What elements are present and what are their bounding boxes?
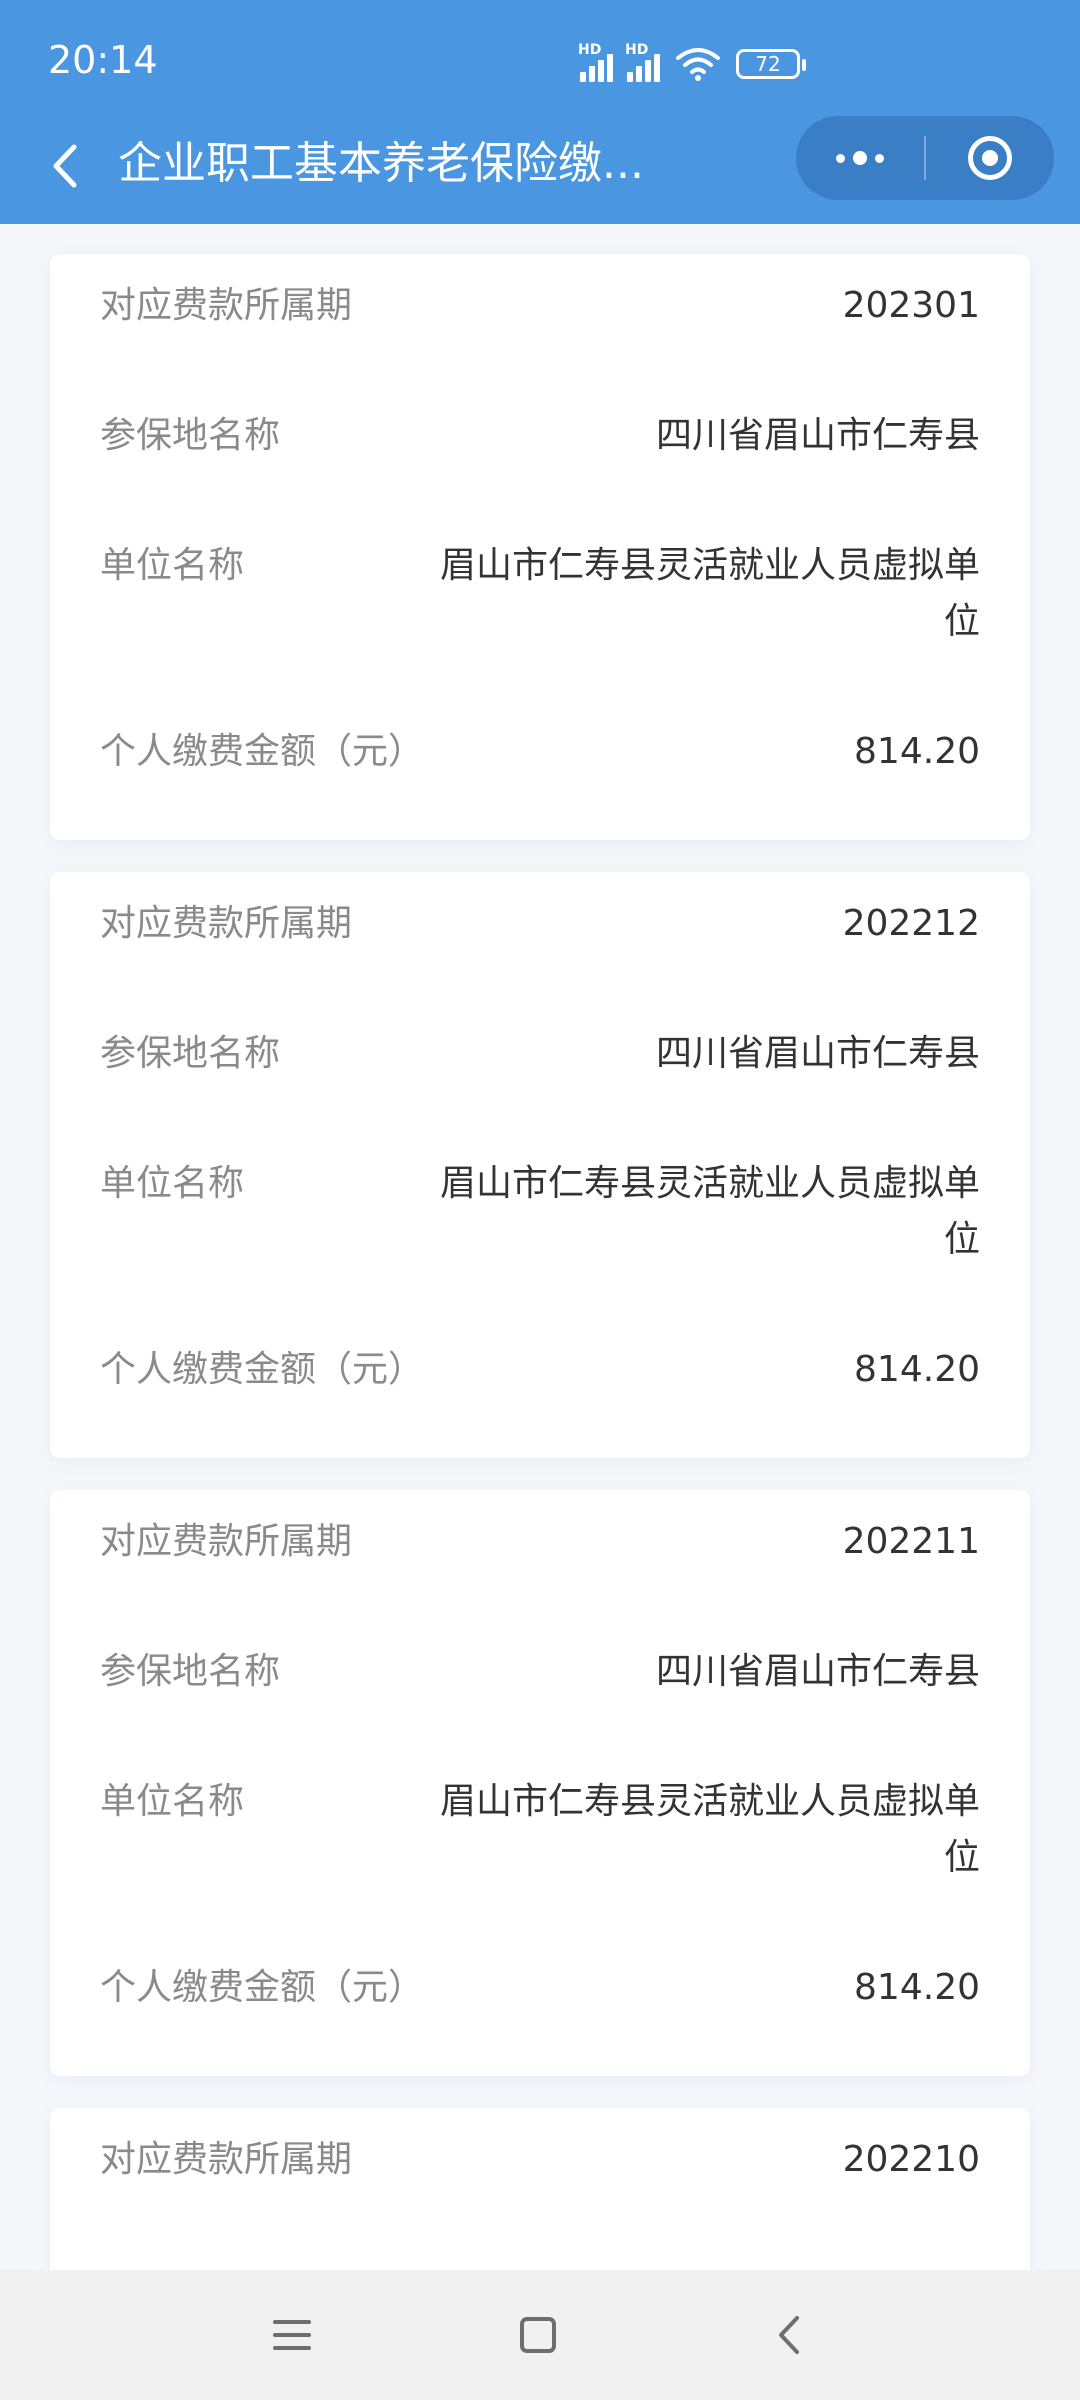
unit-value: 眉山市仁寿县灵活就业人员虚拟单位 bbox=[439, 1163, 980, 1260]
period-label: 对应费款所属期 bbox=[100, 1521, 353, 1562]
record-card: 对应费款所属期 202212 参保地名称 四川省眉山市仁寿县 单位名称 眉山市仁… bbox=[50, 872, 1030, 1458]
home-icon[interactable] bbox=[508, 2310, 568, 2360]
back-icon[interactable] bbox=[36, 136, 96, 196]
system-nav-bar bbox=[0, 2270, 1080, 2400]
place-row: 参保地名称 四川省眉山市仁寿县 bbox=[100, 1026, 980, 1082]
amount-value: 814.20 bbox=[854, 1349, 980, 1390]
place-value: 四川省眉山市仁寿县 bbox=[655, 415, 980, 456]
period-value: 202211 bbox=[842, 1521, 980, 1562]
app-header: 20:14 HD HD 72 企业职工基本养老保险缴... bbox=[0, 0, 1080, 224]
amount-label: 个人缴费金额（元） bbox=[100, 731, 425, 772]
unit-label: 单位名称 bbox=[100, 1163, 245, 1204]
period-row: 对应费款所属期 202211 bbox=[100, 1514, 980, 1570]
unit-value: 眉山市仁寿县灵活就业人员虚拟单位 bbox=[439, 1781, 980, 1878]
period-label: 对应费款所属期 bbox=[100, 2139, 353, 2180]
status-icons: HD HD 72 bbox=[578, 42, 806, 86]
place-value: 四川省眉山市仁寿县 bbox=[655, 1033, 980, 1074]
signal-1-icon: HD bbox=[578, 42, 613, 82]
place-row: 参保地名称 四川省眉山市仁寿县 bbox=[100, 1644, 980, 1700]
record-card: 对应费款所属期 202301 参保地名称 四川省眉山市仁寿县 单位名称 眉山市仁… bbox=[50, 254, 1030, 840]
record-card: 对应费款所属期 202210 bbox=[50, 2108, 1030, 2270]
place-label: 参保地名称 bbox=[100, 1651, 281, 1692]
place-value: 四川省眉山市仁寿县 bbox=[655, 1651, 980, 1692]
amount-label: 个人缴费金额（元） bbox=[100, 1349, 425, 1390]
unit-label: 单位名称 bbox=[100, 545, 245, 586]
period-label: 对应费款所属期 bbox=[100, 285, 353, 326]
page-title: 企业职工基本养老保险缴... bbox=[118, 138, 644, 189]
place-row: 参保地名称 四川省眉山市仁寿县 bbox=[100, 408, 980, 464]
period-value: 202212 bbox=[842, 903, 980, 944]
status-time: 20:14 bbox=[48, 38, 158, 82]
battery-level: 72 bbox=[755, 52, 781, 76]
record-card: 对应费款所属期 202211 参保地名称 四川省眉山市仁寿县 单位名称 眉山市仁… bbox=[50, 1490, 1030, 2076]
period-value: 202301 bbox=[842, 285, 980, 326]
nav-back-icon[interactable] bbox=[760, 2310, 820, 2360]
amount-row: 个人缴费金额（元） 814.20 bbox=[100, 1342, 980, 1398]
amount-value: 814.20 bbox=[854, 1967, 980, 2008]
wifi-icon bbox=[674, 46, 722, 82]
period-row: 对应费款所属期 202301 bbox=[100, 278, 980, 334]
more-icon[interactable] bbox=[796, 116, 924, 200]
period-row: 对应费款所属期 202212 bbox=[100, 896, 980, 952]
period-value: 202210 bbox=[842, 2139, 980, 2180]
records-list[interactable]: 对应费款所属期 202301 参保地名称 四川省眉山市仁寿县 单位名称 眉山市仁… bbox=[0, 224, 1080, 2270]
amount-value: 814.20 bbox=[854, 731, 980, 772]
menu-icon[interactable] bbox=[262, 2310, 322, 2360]
place-label: 参保地名称 bbox=[100, 1033, 281, 1074]
amount-label: 个人缴费金额（元） bbox=[100, 1967, 425, 2008]
battery-icon: 72 bbox=[736, 49, 806, 79]
period-label: 对应费款所属期 bbox=[100, 903, 353, 944]
unit-row: 单位名称 眉山市仁寿县灵活就业人员虚拟单位 bbox=[100, 538, 980, 650]
unit-row: 单位名称 眉山市仁寿县灵活就业人员虚拟单位 bbox=[100, 1156, 980, 1268]
place-label: 参保地名称 bbox=[100, 415, 281, 456]
mini-program-capsule bbox=[796, 116, 1054, 200]
unit-label: 单位名称 bbox=[100, 1781, 245, 1822]
amount-row: 个人缴费金额（元） 814.20 bbox=[100, 1960, 980, 2016]
close-target-icon[interactable] bbox=[926, 116, 1054, 200]
status-bar: 20:14 HD HD 72 bbox=[0, 0, 1080, 120]
unit-value: 眉山市仁寿县灵活就业人员虚拟单位 bbox=[439, 545, 980, 642]
signal-2-icon: HD bbox=[625, 42, 660, 82]
amount-row: 个人缴费金额（元） 814.20 bbox=[100, 724, 980, 780]
period-row: 对应费款所属期 202210 bbox=[100, 2132, 980, 2188]
unit-row: 单位名称 眉山市仁寿县灵活就业人员虚拟单位 bbox=[100, 1774, 980, 1886]
nav-bar: 企业职工基本养老保险缴... bbox=[0, 116, 1080, 224]
